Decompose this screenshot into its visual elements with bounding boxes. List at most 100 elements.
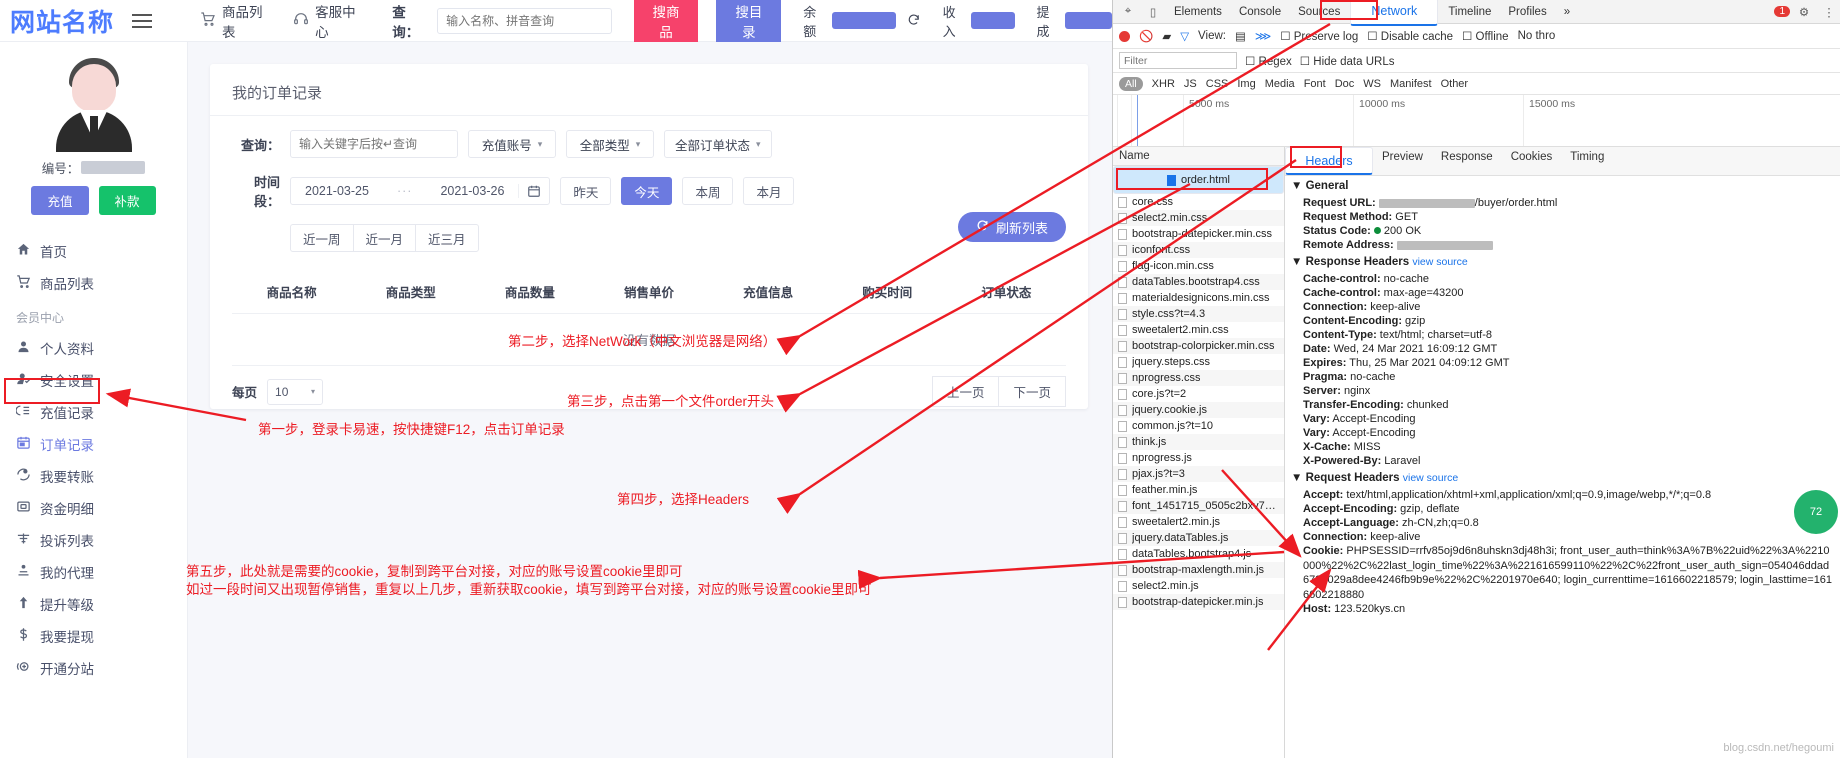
request-list[interactable]: Name order.html core.css select2.min.css bo…	[1113, 147, 1285, 758]
inspect-element-icon[interactable]: ⌖	[1117, 5, 1139, 18]
type-media[interactable]: Media	[1265, 78, 1295, 90]
refresh-icon[interactable]	[907, 13, 920, 28]
sidebar-item-complaints[interactable]: 投诉列表	[0, 524, 187, 556]
quick-month-button[interactable]: 本月	[743, 177, 795, 205]
error-count-badge[interactable]: 1	[1774, 6, 1790, 17]
search-product-button[interactable]: 搜商品	[633, 0, 699, 47]
request-row[interactable]: core.js?t=2	[1113, 386, 1284, 402]
view-source-link[interactable]: view source	[1412, 256, 1467, 268]
next-page-button[interactable]: 下一页	[998, 376, 1066, 407]
keyword-input[interactable]	[290, 130, 458, 158]
request-row[interactable]: nprogress.css	[1113, 370, 1284, 386]
type-img[interactable]: Img	[1237, 78, 1255, 90]
request-row[interactable]: sweetalert2.min.css	[1113, 322, 1284, 338]
sidebar-item-recharge-log[interactable]: 充值记录	[0, 396, 187, 428]
view-source-link[interactable]: view source	[1403, 472, 1458, 484]
sidebar-item-home[interactable]: 首页	[0, 235, 187, 267]
sidebar-item-fund-detail[interactable]: 资金明细	[0, 492, 187, 524]
sidebar-item-profile[interactable]: 个人资料	[0, 332, 187, 364]
request-row[interactable]: feather.min.js	[1113, 482, 1284, 498]
topnav-item-products[interactable]: 商品列表	[192, 0, 277, 45]
more-options-icon[interactable]: ⋮	[1818, 5, 1840, 19]
preserve-log-checkbox[interactable]: ☐ Preserve log	[1280, 29, 1358, 43]
menu-toggle-icon[interactable]	[132, 13, 153, 28]
select-type[interactable]: 全部类型 ▾	[566, 130, 654, 158]
more-tabs-icon[interactable]: »	[1557, 2, 1577, 22]
response-headers-title[interactable]: ▼ Response Headers view source	[1285, 252, 1840, 272]
request-row[interactable]: font_1451715_0505c2bxv7b...	[1113, 498, 1284, 514]
type-xhr[interactable]: XHR	[1152, 78, 1175, 90]
request-row[interactable]: iconfont.css	[1113, 242, 1284, 258]
sidebar-item-open-substation[interactable]: 开通分站	[0, 652, 187, 684]
type-ws[interactable]: WS	[1363, 78, 1381, 90]
tab-elements[interactable]: Elements	[1167, 2, 1229, 22]
prev-page-button[interactable]: 上一页	[931, 376, 999, 407]
request-row[interactable]: common.js?t=10	[1113, 418, 1284, 434]
request-row[interactable]: sweetalert2.min.js	[1113, 514, 1284, 530]
clear-icon[interactable]: 🚫	[1139, 29, 1153, 43]
quick-yesterday-button[interactable]: 昨天	[560, 177, 612, 205]
date-range-picker[interactable]: 2021-03-25 ··· 2021-03-26	[290, 177, 551, 205]
tab-sources[interactable]: Sources	[1291, 2, 1347, 22]
waterfall-view-icon[interactable]: ⋙	[1255, 29, 1271, 43]
regex-checkbox[interactable]: ☐ Regex	[1245, 54, 1292, 68]
request-row[interactable]: pjax.js?t=3	[1113, 466, 1284, 482]
request-row[interactable]: dataTables.bootstrap4.js	[1113, 546, 1284, 562]
settings-gear-icon[interactable]: ⚙	[1793, 5, 1815, 19]
refresh-list-button[interactable]: 刷新列表	[957, 212, 1066, 242]
detail-tab-headers[interactable]: Headers	[1285, 147, 1373, 175]
request-row[interactable]: select2.min.js	[1113, 578, 1284, 594]
list-view-icon[interactable]: ▤	[1235, 29, 1246, 43]
detail-tab-timing[interactable]: Timing	[1561, 147, 1613, 175]
detail-tab-cookies[interactable]: Cookies	[1502, 147, 1562, 175]
network-filter-input[interactable]	[1119, 52, 1237, 69]
tab-profiles[interactable]: Profiles	[1501, 2, 1553, 22]
request-row[interactable]: style.css?t=4.3	[1113, 306, 1284, 322]
request-row[interactable]: bootstrap-datepicker.min.css	[1113, 226, 1284, 242]
type-other[interactable]: Other	[1441, 78, 1469, 90]
throttling-select[interactable]: No thro	[1518, 30, 1556, 42]
tab-console[interactable]: Console	[1232, 2, 1288, 22]
range-three-month-button[interactable]: 近三月	[415, 224, 479, 252]
tab-network[interactable]: Network	[1350, 0, 1439, 26]
request-row[interactable]: jquery.cookie.js	[1113, 402, 1284, 418]
perpage-select[interactable]: 10 ▾	[267, 378, 324, 405]
range-month-button[interactable]: 近一月	[352, 224, 416, 252]
request-row[interactable]: think.js	[1113, 434, 1284, 450]
sidebar-item-upgrade[interactable]: 提升等级	[0, 588, 187, 620]
sidebar-item-transfer[interactable]: 我要转账	[0, 460, 187, 492]
offline-checkbox[interactable]: ☐ Offline	[1462, 29, 1509, 43]
recharge-button[interactable]: 充值	[31, 186, 89, 215]
request-row[interactable]: select2.min.css	[1113, 210, 1284, 226]
topnav-item-support[interactable]: 客服中心	[285, 0, 370, 45]
search-catalog-button[interactable]: 搜目录	[716, 0, 782, 47]
device-toolbar-icon[interactable]: ▯	[1142, 5, 1164, 19]
sidebar-item-products[interactable]: 商品列表	[0, 267, 187, 299]
sidebar-item-order-log[interactable]: 订单记录	[0, 428, 187, 460]
request-headers-title[interactable]: ▼ Request Headers view source	[1285, 468, 1840, 488]
disable-cache-checkbox[interactable]: ☐ Disable cache	[1367, 29, 1453, 43]
detail-tab-response[interactable]: Response	[1432, 147, 1502, 175]
request-row[interactable]: jquery.steps.css	[1113, 354, 1284, 370]
repay-button[interactable]: 补款	[98, 186, 156, 215]
type-css[interactable]: CSS	[1206, 78, 1229, 90]
type-font[interactable]: Font	[1304, 78, 1326, 90]
calendar-icon[interactable]	[518, 184, 549, 198]
request-row[interactable]: bootstrap-colorpicker.min.css	[1113, 338, 1284, 354]
quick-week-button[interactable]: 本周	[682, 177, 734, 205]
request-row[interactable]: nprogress.js	[1113, 450, 1284, 466]
sidebar-item-agent[interactable]: 我的代理	[0, 556, 187, 588]
type-manifest[interactable]: Manifest	[1390, 78, 1432, 90]
range-week-button[interactable]: 近一周	[290, 224, 353, 252]
quick-today-button[interactable]: 今天	[621, 177, 673, 205]
request-row[interactable]: bootstrap-datepicker.min.js	[1113, 594, 1284, 610]
general-section-title[interactable]: ▼ General	[1285, 176, 1840, 196]
top-search-input[interactable]	[437, 7, 612, 34]
sidebar-item-security[interactable]: 安全设置	[0, 364, 187, 396]
request-row[interactable]: order.html	[1113, 166, 1284, 194]
select-account[interactable]: 充值账号 ▾	[468, 130, 556, 158]
request-row[interactable]: flag-icon.min.css	[1113, 258, 1284, 274]
type-doc[interactable]: Doc	[1335, 78, 1355, 90]
select-order-status[interactable]: 全部订单状态 ▾	[664, 130, 772, 158]
request-row[interactable]: dataTables.bootstrap4.css	[1113, 274, 1284, 290]
